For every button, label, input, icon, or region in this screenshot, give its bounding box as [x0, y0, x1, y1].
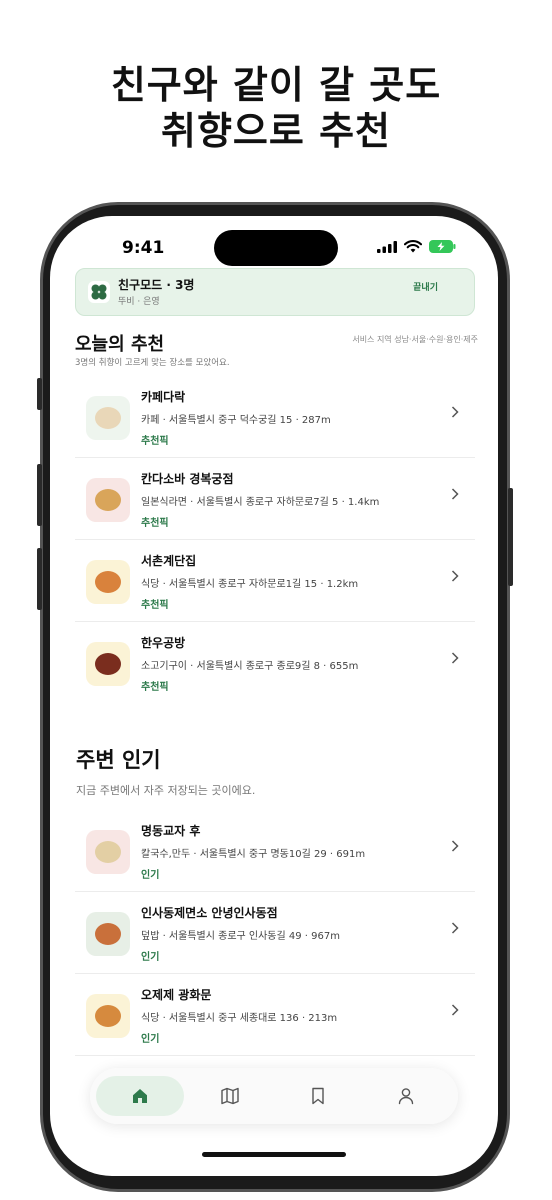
chevron-right-icon	[451, 922, 459, 934]
promo-headline: 친구와 같이 갈 곳도 취향으로 추천	[0, 62, 552, 154]
status-time: 9:41	[122, 238, 165, 258]
place-meta: 카페 · 서울특별시 중구 덕수궁길 15 · 287m	[141, 415, 331, 426]
headline-line-1: 친구와 같이 갈 곳도	[110, 63, 442, 107]
place-meta: 식당 · 서울특별시 중구 세종대로 136 · 213m	[141, 1013, 338, 1024]
dish-icon	[95, 841, 121, 863]
place-tag: 인기	[141, 1034, 160, 1045]
tab-map[interactable]	[186, 1068, 274, 1124]
friend-mode-members: 뚜비 · 은영	[118, 297, 160, 307]
place-thumbnail	[86, 830, 130, 874]
list-item[interactable]: 오제제 광화문 식당 · 서울특별시 중구 세종대로 136 · 213m 인기	[75, 974, 475, 1056]
list-item[interactable]: 칸다소바 경복궁점 일본식라면 · 서울특별시 종로구 자하문로7길 5 · 1…	[75, 458, 475, 540]
side-button-volume-up	[37, 464, 42, 526]
place-tag: 추천픽	[141, 682, 169, 693]
chevron-right-icon	[451, 488, 459, 500]
place-thumbnail	[86, 396, 130, 440]
place-thumbnail	[86, 478, 130, 522]
place-meta: 식당 · 서울특별시 종로구 자하문로1길 15 · 1.2km	[141, 579, 359, 590]
place-meta: 일본식라면 · 서울특별시 종로구 자하문로7길 5 · 1.4km	[141, 497, 380, 508]
dish-icon	[95, 923, 121, 945]
nearby-section-title: 주변 인기	[76, 748, 161, 772]
list-item[interactable]: 서촌계단집 식당 · 서울특별시 종로구 자하문로1길 15 · 1.2km 추…	[75, 540, 475, 622]
battery-charging-icon	[429, 240, 456, 253]
home-indicator	[202, 1152, 346, 1157]
side-button-action	[37, 378, 42, 410]
place-name: 한우공방	[141, 636, 186, 650]
place-tag: 인기	[141, 870, 160, 881]
today-section-subtitle: 3명의 취향이 고르게 맞는 장소를 모았어요.	[75, 358, 230, 368]
tab-saved[interactable]	[274, 1068, 362, 1124]
nearby-section-subtitle: 지금 주변에서 자주 저장되는 곳이에요.	[76, 784, 256, 797]
dish-icon	[95, 407, 121, 429]
chevron-right-icon	[451, 1004, 459, 1016]
tab-profile[interactable]	[362, 1068, 450, 1124]
bottom-tab-bar	[90, 1068, 458, 1124]
chevron-right-icon	[451, 652, 459, 664]
place-name: 오제제 광화문	[141, 988, 212, 1002]
dish-icon	[95, 1005, 121, 1027]
list-item[interactable]: 명동교자 후 칼국수,만두 · 서울특별시 중구 명동10길 29 · 691m…	[75, 810, 475, 892]
today-section-title: 오늘의 추천	[75, 334, 165, 355]
list-item[interactable]: 한우공방 소고기구이 · 서울특별시 종로구 종로9길 8 · 655m 추천픽	[75, 622, 475, 704]
place-tag: 추천픽	[141, 600, 169, 611]
signal-icon	[377, 240, 397, 253]
group-icon	[88, 281, 110, 303]
place-name: 인사동제면소 안녕인사동점	[141, 906, 278, 920]
side-button-power	[508, 488, 513, 586]
place-thumbnail	[86, 994, 130, 1038]
list-item[interactable]: 인사동제면소 안녕인사동점 덮밥 · 서울특별시 종로구 인사동길 49 · 9…	[75, 892, 475, 974]
status-indicators	[377, 240, 456, 253]
end-friend-mode-button[interactable]: 끝내기	[413, 280, 438, 293]
map-icon	[221, 1087, 239, 1105]
service-region-label: 서비스 지역 성남·서울·수원·용인·제주	[352, 335, 478, 344]
place-name: 카페다락	[141, 390, 186, 404]
place-thumbnail	[86, 560, 130, 604]
profile-icon	[398, 1088, 414, 1105]
place-name: 명동교자 후	[141, 824, 201, 838]
phone-screen: 9:41 친구모드 · 3명 뚜비 · 은영 끝내기 오늘의 추천 서비스 지역…	[50, 216, 498, 1176]
place-tag: 추천픽	[141, 518, 169, 529]
side-button-volume-down	[37, 548, 42, 610]
tab-home[interactable]	[96, 1076, 184, 1116]
bookmark-icon	[312, 1087, 324, 1105]
place-name: 칸다소바 경복궁점	[141, 472, 234, 486]
list-item[interactable]: 카페다락 카페 · 서울특별시 중구 덕수궁길 15 · 287m 추천픽	[75, 376, 475, 458]
place-thumbnail	[86, 642, 130, 686]
chevron-right-icon	[451, 570, 459, 582]
dish-icon	[95, 489, 121, 511]
chevron-right-icon	[451, 840, 459, 852]
headline-line-2: 취향으로 추천	[161, 109, 391, 153]
dish-icon	[95, 653, 121, 675]
place-tag: 추천픽	[141, 436, 169, 447]
place-tag: 인기	[141, 952, 160, 963]
chevron-right-icon	[451, 406, 459, 418]
wifi-icon	[404, 240, 422, 253]
place-meta: 칼국수,만두 · 서울특별시 중구 명동10길 29 · 691m	[141, 849, 366, 860]
dish-icon	[95, 571, 121, 593]
place-name: 서촌계단집	[141, 554, 197, 568]
friend-mode-card[interactable]: 친구모드 · 3명 뚜비 · 은영 끝내기	[75, 268, 475, 316]
dynamic-island	[214, 230, 338, 266]
place-thumbnail	[86, 912, 130, 956]
friend-mode-title: 친구모드 · 3명	[118, 278, 195, 292]
place-meta: 소고기구이 · 서울특별시 종로구 종로9길 8 · 655m	[141, 661, 359, 672]
place-meta: 덮밥 · 서울특별시 종로구 인사동길 49 · 967m	[141, 931, 340, 942]
home-icon	[133, 1089, 147, 1103]
